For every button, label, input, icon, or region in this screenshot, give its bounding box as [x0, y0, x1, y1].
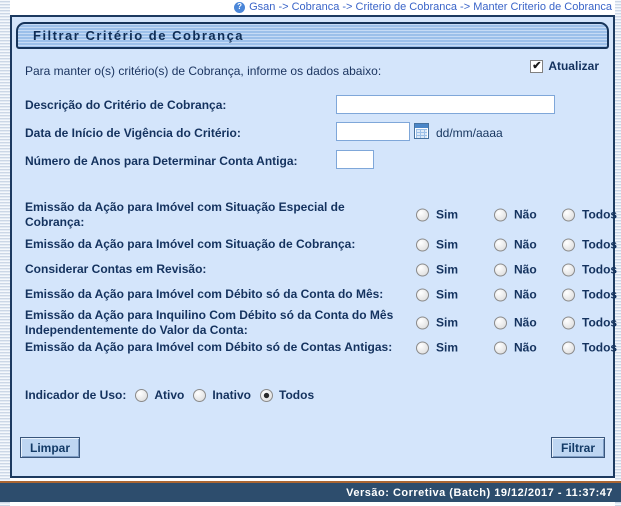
calendar-icon-grid [416, 129, 427, 139]
radio-todos[interactable] [562, 238, 575, 251]
radio-row-label: Emissão da Ação para Imóvel com Situação… [25, 237, 397, 252]
version-bar: Versão: Corretiva (Batch) 19/12/2017 - 1… [0, 483, 621, 502]
radio-nao-label: Não [514, 341, 537, 355]
radio-todos-label: Todos [582, 263, 617, 277]
indicador-radio-todos[interactable] [260, 389, 273, 402]
indicador-uso-label: Indicador de Uso: [25, 388, 126, 402]
data-vigencia-input[interactable] [336, 122, 410, 141]
radio-sim[interactable] [416, 208, 429, 221]
version-text: Versão: Corretiva (Batch) 19/12/2017 - 1… [346, 487, 613, 499]
descricao-input[interactable] [336, 95, 555, 114]
radio-todos[interactable] [562, 316, 575, 329]
radio-sim[interactable] [416, 316, 429, 329]
radio-todos-label: Todos [582, 238, 617, 252]
indicador-radio-ativo[interactable] [135, 389, 148, 402]
radio-sim-label: Sim [436, 288, 458, 302]
help-icon[interactable]: ? [234, 2, 245, 13]
radio-todos[interactable] [562, 341, 575, 354]
radio-nao-label: Não [514, 263, 537, 277]
radio-todos[interactable] [562, 263, 575, 276]
filter-panel: Filtrar Critério de Cobrança Para manter… [10, 15, 615, 478]
indicador-todos-label: Todos [279, 388, 314, 402]
radio-sim[interactable] [416, 341, 429, 354]
radio-nao-label: Não [514, 208, 537, 222]
radio-sim-label: Sim [436, 208, 458, 222]
radio-todos[interactable] [562, 288, 575, 301]
descricao-label: Descrição do Critério de Cobrança: [25, 98, 226, 112]
radio-todos-label: Todos [582, 208, 617, 222]
radio-row-situacao-especial: Emissão da Ação para Imóvel com Situação… [25, 200, 607, 230]
indicador-ativo-label: Ativo [154, 388, 184, 402]
page-title: Filtrar Critério de Cobrança [16, 22, 609, 49]
radio-todos-label: Todos [582, 288, 617, 302]
radio-row-label: Emissão da Ação para Inquilino Com Débit… [25, 308, 397, 338]
left-stripe-border [0, 0, 10, 506]
breadcrumb-bar: ? Gsan -> Cobranca -> Criterio de Cobran… [10, 0, 615, 14]
radio-todos[interactable] [562, 208, 575, 221]
radio-todos-label: Todos [582, 341, 617, 355]
date-format-hint: dd/mm/aaaa [436, 126, 503, 140]
indicador-inativo-label: Inativo [212, 388, 251, 402]
radio-nao-label: Não [514, 238, 537, 252]
radio-row-debito-conta-mes: Emissão da Ação para Imóvel com Débito s… [25, 287, 607, 303]
radio-nao[interactable] [494, 238, 507, 251]
filtrar-button[interactable]: Filtrar [551, 437, 605, 458]
intro-text: Para manter o(s) critério(s) de Cobrança… [25, 64, 381, 78]
atualizar-label: Atualizar [548, 59, 599, 73]
limpar-button[interactable]: Limpar [20, 437, 80, 458]
atualizar-checkbox[interactable] [530, 60, 543, 73]
radio-sim[interactable] [416, 263, 429, 276]
page-title-text: Filtrar Critério de Cobrança [33, 28, 244, 43]
radio-row-situacao-cobranca: Emissão da Ação para Imóvel com Situação… [25, 237, 607, 253]
radio-sim-label: Sim [436, 316, 458, 330]
radio-todos-label: Todos [582, 316, 617, 330]
anos-conta-antiga-input[interactable] [336, 150, 374, 169]
radio-nao[interactable] [494, 263, 507, 276]
radio-sim-label: Sim [436, 341, 458, 355]
radio-nao-label: Não [514, 288, 537, 302]
radio-nao[interactable] [494, 316, 507, 329]
breadcrumb: Gsan -> Cobranca -> Criterio de Cobranca… [249, 1, 612, 13]
radio-row-label: Emissão da Ação para Imóvel com Débito s… [25, 340, 397, 355]
radio-sim-label: Sim [436, 238, 458, 252]
radio-sim-label: Sim [436, 263, 458, 277]
calendar-icon[interactable] [414, 123, 429, 139]
radio-nao-label: Não [514, 316, 537, 330]
data-vigencia-label: Data de Início de Vigência do Critério: [25, 126, 241, 140]
indicador-uso-group: Indicador de Uso: Ativo Inativo Todos [25, 388, 314, 402]
radio-nao[interactable] [494, 341, 507, 354]
radio-nao[interactable] [494, 208, 507, 221]
radio-sim[interactable] [416, 238, 429, 251]
radio-row-contas-revisao: Considerar Contas em Revisão: Sim Não To… [25, 262, 607, 278]
radio-row-label: Emissão da Ação para Imóvel com Situação… [25, 200, 397, 230]
calendar-icon-header [415, 124, 428, 128]
radio-nao[interactable] [494, 288, 507, 301]
radio-row-inquilino-debito: Emissão da Ação para Inquilino Com Débit… [25, 308, 607, 338]
radio-sim[interactable] [416, 288, 429, 301]
radio-row-label: Considerar Contas em Revisão: [25, 262, 397, 277]
atualizar-option: Atualizar [530, 59, 599, 73]
anos-conta-antiga-label: Número de Anos para Determinar Conta Ant… [25, 154, 297, 168]
radio-row-label: Emissão da Ação para Imóvel com Débito s… [25, 287, 397, 302]
right-stripe-border [615, 0, 621, 506]
radio-row-contas-antigas: Emissão da Ação para Imóvel com Débito s… [25, 340, 607, 356]
indicador-radio-inativo[interactable] [193, 389, 206, 402]
